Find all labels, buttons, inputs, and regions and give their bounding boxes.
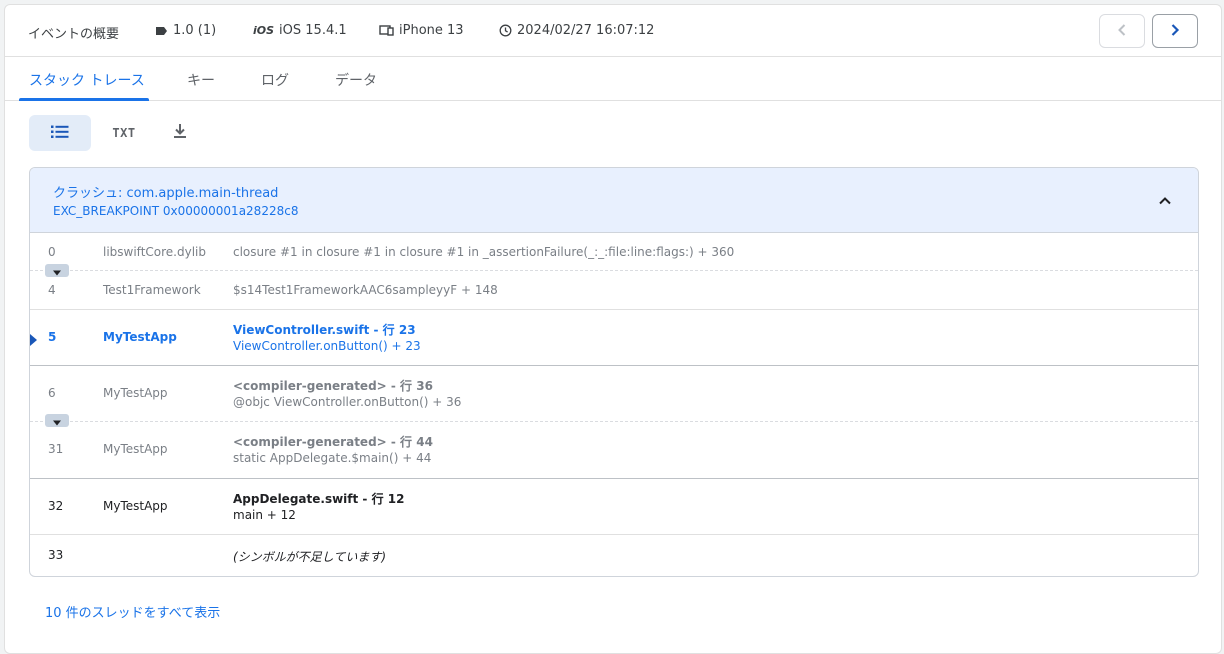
missing-symbol-text: (シンボルが不足しています) (233, 550, 387, 564)
stack-frame-row[interactable]: 32 MyTestApp AppDelegate.swift - 行 12 ma… (30, 479, 1198, 535)
header-title-text: イベントの概要 (28, 27, 120, 42)
clock-icon (499, 24, 512, 37)
detail-tabs: スタック トレース キー ログ データ (5, 57, 1221, 101)
crash-prefix: クラッシュ: (53, 186, 127, 201)
frame-symbol: AppDelegate.swift - 行 12 main + 12 (233, 491, 404, 523)
frame-number: 0 (48, 245, 56, 259)
frame-library: Test1Framework (103, 283, 201, 297)
timestamp-info: 2024/02/27 16:07:12 (499, 23, 654, 38)
tab-logs[interactable]: ログ (261, 70, 289, 90)
frame-symbol: <compiler-generated> - 行 44 static AppDe… (233, 434, 433, 466)
frame-source-location: <compiler-generated> - 行 44 (233, 435, 433, 449)
stack-frame-row[interactable]: 6 MyTestApp <compiler-generated> - 行 36 … (30, 366, 1198, 427)
frame-source-location: ViewController.swift - 行 23 (233, 323, 416, 337)
frame-number: 31 (48, 442, 64, 456)
frame-symbol: <compiler-generated> - 行 36 @objc ViewCo… (233, 378, 461, 410)
event-card: イベントの概要 1.0 (1) iOS iOS 15.4.1 iPhone 13… (4, 4, 1222, 654)
next-event-button[interactable] (1152, 14, 1198, 48)
frame-number: 32 (48, 499, 64, 513)
frame-number: 4 (48, 283, 56, 297)
tab-keys[interactable]: キー (187, 70, 215, 90)
stack-frame-row-highlighted[interactable]: 5 MyTestApp ViewController.swift - 行 23 … (30, 310, 1198, 366)
stack-frame-row[interactable]: 33 (シンボルが不足しています) (30, 535, 1198, 576)
frame-function: @objc ViewController.onButton() + 36 (233, 395, 462, 409)
version-text: 1.0 (1) (173, 23, 217, 38)
crash-thread-label: クラッシュ: com.apple.main-thread (53, 182, 278, 201)
active-tab-indicator (19, 98, 149, 101)
collapse-thread-button[interactable] (1158, 191, 1172, 210)
show-all-threads-link[interactable]: 10 件のスレッドをすべて表示 (45, 602, 220, 621)
txt-label: TXT (112, 126, 136, 140)
frame-function: main + 12 (233, 508, 296, 522)
frame-library: MyTestApp (103, 499, 168, 513)
download-button[interactable] (159, 115, 201, 151)
frame-function: ViewController.onButton() + 23 (233, 339, 421, 353)
event-summary-title: イベントの概要 (28, 23, 119, 42)
crash-thread-header[interactable]: クラッシュ: com.apple.main-thread EXC_BREAKPO… (30, 168, 1198, 233)
list-view-button[interactable] (29, 115, 91, 151)
frame-symbol: ViewController.swift - 行 23 ViewControll… (233, 322, 421, 354)
device-text: iPhone 13 (399, 23, 464, 38)
frame-symbol: closure #1 in closure #1 in closure #1 i… (233, 245, 735, 259)
previous-event-button[interactable] (1099, 14, 1145, 48)
exception-code: EXC_BREAKPOINT 0x00000001a28228c8 (53, 204, 299, 218)
timestamp-text: 2024/02/27 16:07:12 (517, 23, 655, 38)
os-text: iOS 15.4.1 (279, 23, 347, 38)
version-info: 1.0 (1) (155, 23, 216, 38)
chevron-right-icon (1170, 22, 1180, 41)
tab-stack-trace[interactable]: スタック トレース (29, 70, 145, 90)
frame-library: MyTestApp (103, 386, 168, 400)
os-info: iOS iOS 15.4.1 (253, 23, 347, 38)
chevron-up-icon (1158, 191, 1172, 210)
download-icon (173, 123, 187, 143)
frame-library: MyTestApp (103, 442, 168, 456)
stack-trace-panel: クラッシュ: com.apple.main-thread EXC_BREAKPO… (29, 167, 1199, 577)
current-frame-marker-icon (30, 331, 37, 350)
device-icon (379, 25, 394, 36)
crash-thread-name: com.apple.main-thread (126, 186, 279, 201)
frame-library: MyTestApp (103, 330, 177, 344)
stack-frame-row[interactable]: 4 Test1Framework $s14Test1FrameworkAAC6s… (30, 271, 1198, 310)
chevron-left-icon (1117, 22, 1127, 41)
tab-data[interactable]: データ (335, 70, 377, 90)
frame-source-location: <compiler-generated> - 行 36 (233, 379, 433, 393)
text-view-button[interactable]: TXT (101, 115, 147, 151)
frame-library: libswiftCore.dylib (103, 245, 206, 259)
frame-source-location: AppDelegate.swift - 行 12 (233, 492, 405, 506)
frame-symbol: $s14Test1FrameworkAAC6sampleyyF + 148 (233, 283, 498, 297)
frame-number: 6 (48, 386, 56, 400)
stack-frame-row[interactable]: 0 libswiftCore.dylib closure #1 in closu… (30, 233, 1198, 277)
device-info: iPhone 13 (379, 23, 464, 38)
frame-number: 33 (48, 548, 64, 562)
ios-icon: iOS (253, 24, 275, 37)
frame-number: 5 (48, 330, 57, 344)
event-summary-header: イベントの概要 1.0 (1) iOS iOS 15.4.1 iPhone 13… (5, 5, 1221, 57)
stack-frame-row[interactable]: 31 MyTestApp <compiler-generated> - 行 44… (30, 422, 1198, 479)
label-icon (155, 26, 168, 36)
frame-function: static AppDelegate.$main() + 44 (233, 451, 432, 465)
list-icon (51, 124, 69, 143)
